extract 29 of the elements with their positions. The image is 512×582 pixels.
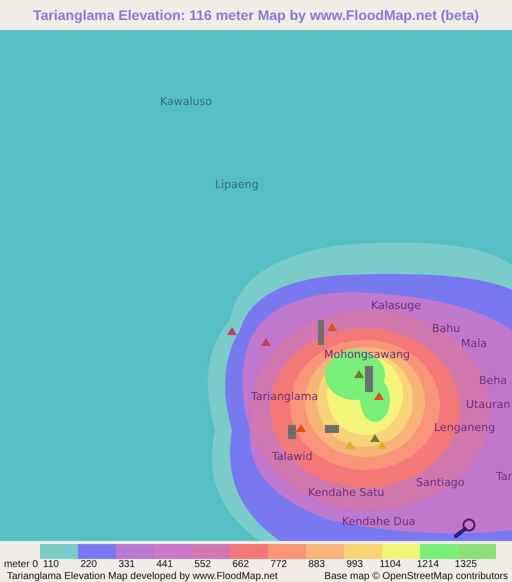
place-label: Kendahe Dua (342, 515, 416, 528)
place-label: Utauran (466, 398, 510, 411)
attribution-text: Base map © OpenStreetMap contributors (324, 571, 508, 582)
legend-tick-label: 883 (308, 559, 325, 571)
legend-tick-label: 1325 (454, 559, 477, 571)
place-label: Bahu (432, 322, 460, 335)
legend-tick-label: 220 (80, 559, 97, 571)
place-label: Lipaeng (215, 178, 259, 191)
unit-label: meter 0 (4, 559, 38, 571)
place-label: Kendahe Satu (308, 486, 384, 499)
legend-tick-label: 772 (270, 559, 287, 571)
legend-tick-label: 993 (346, 559, 363, 571)
place-label: Beha (479, 374, 508, 387)
place-label: Santiago (416, 476, 465, 489)
legend-tick-label: 110 (43, 559, 59, 571)
place-label: Tar (496, 470, 512, 483)
place-label: Mala (461, 337, 488, 350)
place-label: Talawid (272, 450, 312, 463)
legend-tick-label: 1104 (379, 559, 401, 571)
place-label: Kalasuge (371, 299, 422, 312)
legend-tick-label: 1214 (416, 559, 439, 571)
legend-tick-label: 441 (156, 559, 173, 571)
legend-tick-label: 552 (194, 559, 211, 571)
legend-tick-label: 331 (118, 559, 135, 571)
place-label: Lenganeng (434, 421, 496, 434)
legend-tick-label: 662 (232, 559, 249, 571)
place-label: Kawaluso (160, 95, 212, 108)
map-title: Tarianglama Elevation: 116 meter Map by www.FloodMap.net (beta) (33, 7, 479, 23)
credit-text: Tarianglama Elevation Map developed by www.FloodMap.net (7, 571, 278, 582)
